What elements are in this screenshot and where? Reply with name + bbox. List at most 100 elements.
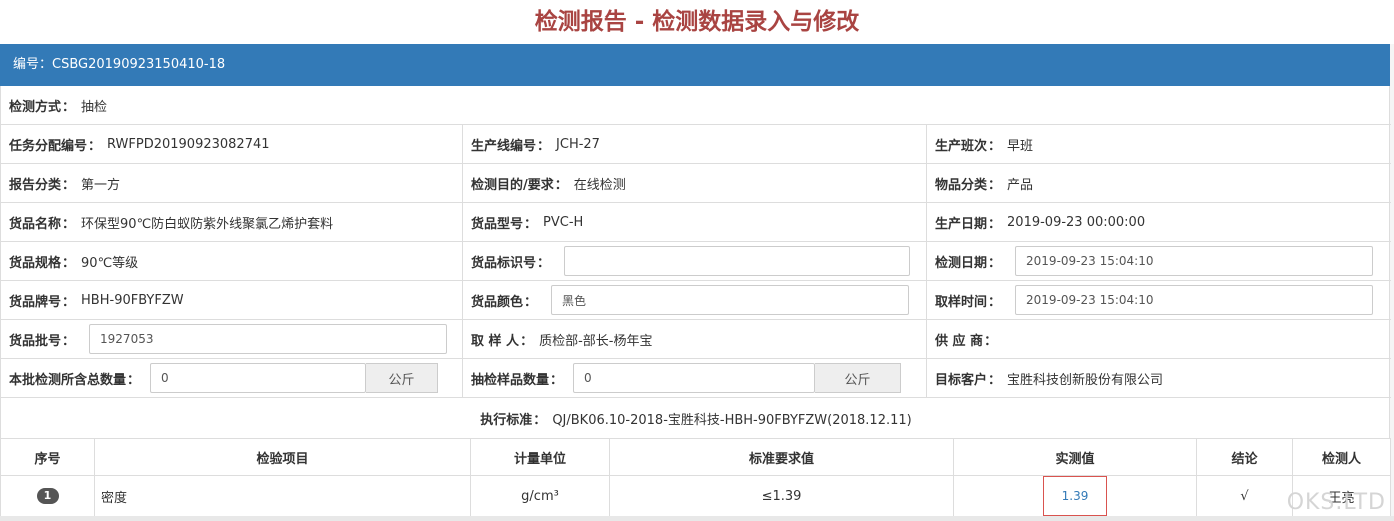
task-no-label: 任务分配编号	[9, 138, 88, 154]
report-type-label: 报告分类	[9, 177, 62, 193]
col-seq: 序号	[0, 438, 95, 476]
batch-no-cell: 货品批号： 1927053	[1, 320, 463, 358]
form-row-5: 货品规格： 90℃等级 货品标识号： 检测日期： 2019-09-23 15:0…	[1, 242, 1391, 281]
sampler-cell: 取 样 人： 质检部-部长-杨年宝	[463, 320, 927, 358]
page-title: 检测报告 - 检测数据录入与修改	[0, 0, 1394, 44]
line-no-value: JCH-27	[556, 136, 600, 152]
form-row-8: 本批检测所含总数量： 0 公斤 抽检样品数量： 0 公斤 目标客户： 宝胜科技创…	[1, 359, 1391, 398]
form-row-standard: 执行标准： QJ/BK06.10-2018-宝胜科技-HBH-90FBYFZW(…	[1, 398, 1391, 438]
shift-cell: 生产班次： 早班	[927, 125, 1391, 163]
measured-value-input[interactable]: 1.39	[1043, 476, 1107, 516]
sample-time-input[interactable]: 2019-09-23 15:04:10	[1015, 285, 1374, 315]
item-type-value: 产品	[1007, 177, 1034, 193]
total-qty-input[interactable]: 0	[150, 363, 367, 393]
report-id-bar: 编号：CSBG20190923150410-18	[0, 44, 1390, 86]
col-unit: 计量单位	[470, 438, 610, 476]
shift-value: 早班	[1007, 138, 1034, 154]
total-qty-label: 本批检测所含总数量	[9, 372, 127, 388]
test-date-label: 检测日期	[935, 255, 988, 271]
sample-time-label: 取样时间	[935, 294, 988, 310]
customer-label: 目标客户	[935, 372, 988, 388]
test-date-cell: 检测日期： 2019-09-23 15:04:10	[927, 242, 1391, 280]
task-no-value: RWFPD20190923082741	[107, 136, 270, 152]
total-qty-cell: 本批检测所含总数量： 0 公斤	[1, 359, 463, 397]
supplier-cell: 供 应 商：	[927, 320, 1391, 358]
sample-qty-cell: 抽检样品数量： 0 公斤	[463, 359, 927, 397]
goods-brand-cell: 货品牌号： HBH-90FBYFZW	[1, 281, 463, 319]
line-no-label: 生产线编号	[471, 138, 537, 154]
goods-mark-input[interactable]	[564, 246, 911, 276]
standard-value: QJ/BK06.10-2018-宝胜科技-HBH-90FBYFZW(2018.1…	[552, 412, 912, 428]
col-conclusion: 结论	[1196, 438, 1293, 476]
supplier-label: 供 应 商	[935, 333, 984, 349]
row-seq-cell: 1	[0, 475, 95, 517]
row-standard: ≤1.39	[609, 475, 954, 517]
col-item: 检验项目	[94, 438, 471, 476]
method-cell: 检测方式： 抽检	[1, 86, 1391, 124]
form-row-method: 检测方式： 抽检	[1, 86, 1391, 125]
sample-qty-input[interactable]: 0	[573, 363, 816, 393]
sample-time-cell: 取样时间： 2019-09-23 15:04:10	[927, 281, 1391, 319]
sample-qty-unit: 公斤	[815, 363, 902, 393]
table-header-row: 序号 检验项目 计量单位 标准要求值 实测值 结论 检测人	[0, 438, 1391, 476]
form-row-4: 货品名称： 环保型90℃防白蚁防紫外线聚氯乙烯护套料 货品型号： PVC-H 生…	[1, 203, 1391, 242]
goods-model-label: 货品型号	[471, 216, 524, 232]
customer-value: 宝胜科技创新股份有限公司	[1007, 372, 1164, 388]
goods-brand-value: HBH-90FBYFZW	[81, 292, 184, 308]
goods-mark-label: 货品标识号	[471, 255, 537, 271]
goods-name-cell: 货品名称： 环保型90℃防白蚁防紫外线聚氯乙烯护套料	[1, 203, 463, 241]
goods-mark-cell: 货品标识号：	[463, 242, 927, 280]
prod-date-value: 2019-09-23 00:00:00	[1007, 214, 1146, 230]
batch-no-input[interactable]: 1927053	[89, 324, 448, 354]
table-row: 1 密度 g/cm³ ≤1.39 1.39 √ 王亮	[0, 475, 1391, 517]
batch-no-label: 货品批号	[9, 333, 62, 349]
standard-label: 执行标准	[480, 412, 533, 428]
prod-date-label: 生产日期	[935, 216, 988, 232]
goods-model-value: PVC-H	[543, 214, 584, 230]
row-conclusion: √	[1196, 475, 1293, 517]
seq-badge: 1	[36, 488, 59, 504]
row-item: 密度	[94, 475, 471, 517]
col-tester: 检测人	[1292, 438, 1391, 476]
col-measured: 实测值	[953, 438, 1197, 476]
purpose-value: 在线检测	[573, 177, 626, 193]
method-label: 检测方式	[9, 99, 62, 115]
total-qty-unit: 公斤	[366, 363, 439, 393]
prod-date-cell: 生产日期： 2019-09-23 00:00:00	[935, 214, 1146, 232]
purpose-label: 检测目的/要求	[471, 177, 554, 193]
purpose-cell: 检测目的/要求： 在线检测	[463, 164, 927, 202]
standard-cell: 执行标准： QJ/BK06.10-2018-宝胜科技-HBH-90FBYFZW(…	[1, 398, 1391, 438]
report-type-cell: 报告分类： 第一方	[1, 164, 463, 202]
watermark: OKS.LTD	[1286, 490, 1386, 515]
sampler-value: 质检部-部长-杨年宝	[539, 333, 653, 349]
row-unit: g/cm³	[470, 475, 610, 517]
shift-label: 生产班次	[935, 138, 988, 154]
goods-spec-label: 货品规格	[9, 255, 62, 271]
task-no-cell: 任务分配编号： RWFPD20190923082741	[1, 125, 463, 163]
item-type-cell: 物品分类： 产品	[927, 164, 1391, 202]
col-standard: 标准要求值	[609, 438, 954, 476]
row-measured-cell: 1.39	[953, 475, 1197, 517]
test-date-input[interactable]: 2019-09-23 15:04:10	[1015, 246, 1374, 276]
report-form: 检测方式： 抽检 任务分配编号： RWFPD20190923082741 生产线…	[0, 86, 1391, 438]
report-type-value: 第一方	[81, 177, 121, 193]
goods-color-input[interactable]: 黑色	[551, 285, 910, 315]
report-id-label: 编号：	[13, 57, 53, 72]
goods-spec-cell: 货品规格： 90℃等级	[1, 242, 463, 280]
goods-model-cell: 货品型号： PVC-H	[463, 203, 927, 241]
form-row-7: 货品批号： 1927053 取 样 人： 质检部-部长-杨年宝 供 应 商：	[1, 320, 1391, 359]
customer-cell: 目标客户： 宝胜科技创新股份有限公司	[927, 359, 1391, 397]
goods-color-label: 货品颜色	[471, 294, 524, 310]
sampler-label: 取 样 人	[471, 333, 520, 349]
form-row-3: 报告分类： 第一方 检测目的/要求： 在线检测 物品分类： 产品	[1, 164, 1391, 203]
goods-color-cell: 货品颜色： 黑色	[463, 281, 927, 319]
item-type-label: 物品分类	[935, 177, 988, 193]
inspection-table: 序号 检验项目 计量单位 标准要求值 实测值 结论 检测人 1 密度 g/cm³…	[0, 438, 1391, 517]
report-id-value: CSBG20190923150410-18	[52, 57, 226, 72]
method-value: 抽检	[81, 99, 108, 115]
form-row-6: 货品牌号： HBH-90FBYFZW 货品颜色： 黑色 取样时间： 2019-0…	[1, 281, 1391, 320]
line-no-cell: 生产线编号： JCH-27	[463, 125, 927, 163]
footer-strip	[0, 516, 1394, 521]
goods-spec-value: 90℃等级	[81, 255, 139, 271]
goods-name-label: 货品名称	[9, 216, 62, 232]
